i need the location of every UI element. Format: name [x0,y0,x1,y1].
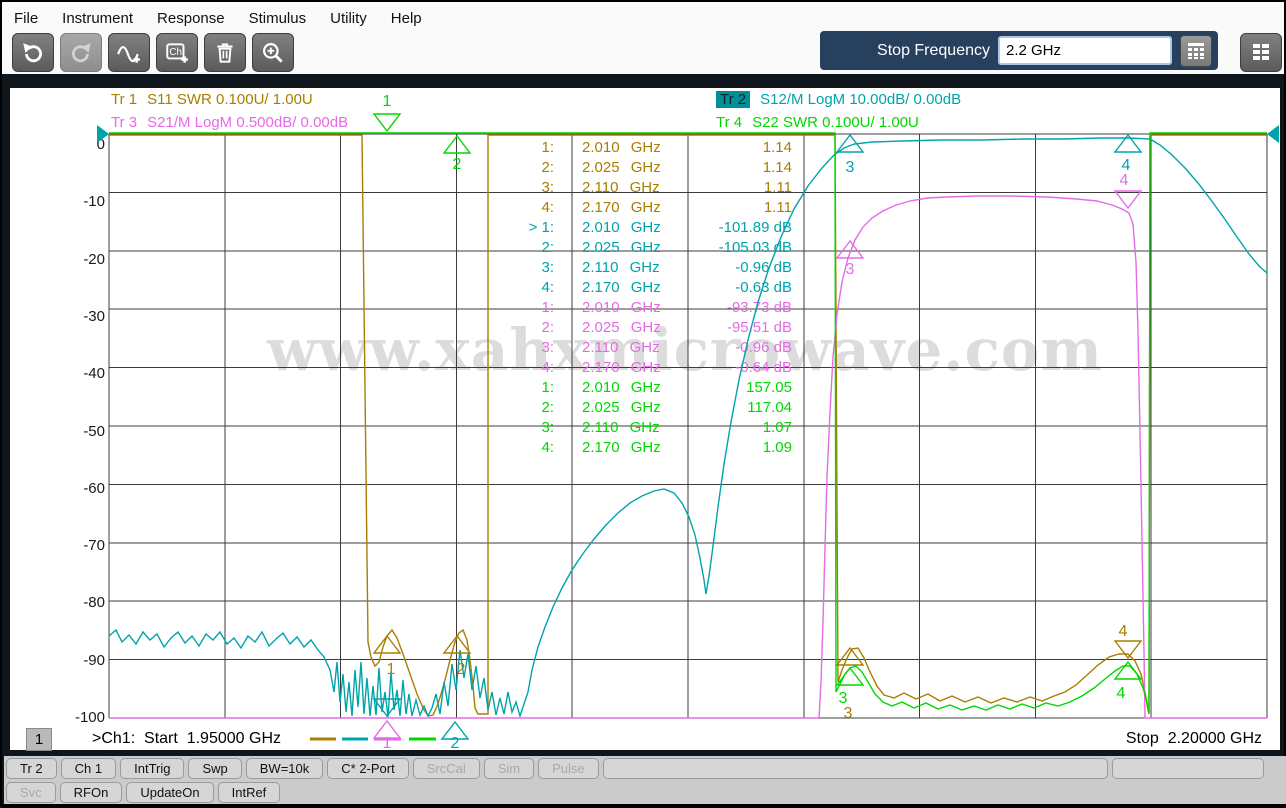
marker-number-label: 2 [453,156,462,173]
status-button-updateon[interactable]: UpdateOn [126,782,214,803]
delete-button[interactable] [204,33,246,72]
marker-number-label: 2 [451,735,460,750]
sweep-start-readout: >Ch1: Start 1.95000 GHz [92,730,281,747]
channel-window: www.xahxmicrowave.com Tr 1 S11 SWR 0.100U… [8,86,1282,752]
add-channel-button[interactable]: Ch [156,33,198,72]
status-bar-row-2: Svc RFOn UpdateOn IntRef [6,782,281,803]
status-button-blank[interactable] [1111,758,1264,779]
toolbar: Ch Stop Frequency [2,31,1284,73]
add-trace-button[interactable] [108,33,150,72]
marker-number-label: 2 [457,661,466,678]
status-button-intref[interactable]: IntRef [217,782,281,803]
window-layout-button[interactable] [1240,33,1282,72]
status-button-blank[interactable] [602,758,1108,779]
status-button-swp[interactable]: Swp [188,758,242,779]
trace-curve-tr1-s11-swr [109,134,1267,717]
status-bar-row-1: Tr 2 Ch 1 IntTrig Swp BW=10k C* 2-Port SrcCal S… [6,758,1264,779]
marker-number-label: 3 [844,705,853,722]
channel-number-badge: 1 [26,728,52,751]
status-button-svc: Svc [6,782,56,803]
marker-number-label: 1 [383,93,392,110]
undo-button[interactable] [12,33,54,72]
reference-level-arrow [97,125,109,143]
marker-triangle[interactable] [835,239,865,259]
trace-curve-tr2-s12-logm [108,137,1268,719]
redo-button[interactable] [60,33,102,72]
stop-frequency-label: Stop Frequency [877,41,990,59]
marker-number-label: 4 [1120,172,1129,189]
marker-triangle[interactable] [442,134,472,154]
menu-item-response[interactable]: Response [157,10,225,27]
stop-frequency-input[interactable] [998,36,1172,65]
menu-item-instrument[interactable]: Instrument [62,10,133,27]
status-button-pulse: Pulse [538,758,599,779]
marker-number-label: 4 [1117,685,1126,702]
status-button-srccal: SrcCal [412,758,480,779]
trace-curve-tr4-s22-swr [109,132,1267,713]
menu-item-help[interactable]: Help [391,10,422,27]
status-button-c-2-port[interactable]: C* 2-Port [327,758,409,779]
add-trace-icon [117,45,140,63]
redo-icon [72,42,91,62]
window-bottom-edge [2,804,1284,808]
sweep-stop-readout: Stop 2.20000 GHz [1125,730,1262,747]
menu-item-utility[interactable]: Utility [330,10,367,27]
trace-plot[interactable]: 123 41 23423 4134 [10,88,1280,750]
menu-item-stimulus[interactable]: Stimulus [249,10,307,27]
trash-icon [217,42,233,63]
status-button-sim: Sim [483,758,535,779]
status-button-tr-2[interactable]: Tr 2 [6,758,57,779]
marker-triangle[interactable] [1113,190,1143,210]
vna-application-window: File Instrument Response Stimulus Utility Hel… [0,0,1286,808]
status-button-bw-10k[interactable]: BW=10k [245,758,324,779]
marker-triangle[interactable] [1113,640,1143,660]
zoom-icon [263,42,283,63]
stop-frequency-panel: Stop Frequency [820,31,1218,70]
svg-text:Ch: Ch [169,47,181,58]
marker-triangle[interactable] [372,634,402,654]
status-bar: Tr 2 Ch 1 IntTrig Swp BW=10k C* 2-Port SrcCal S… [4,756,1286,804]
layout-grid-icon [1253,43,1269,60]
status-button-rfon[interactable]: RFOn [59,782,123,803]
marker-triangle[interactable] [372,113,402,133]
menu-item-file[interactable]: File [14,10,38,27]
marker-number-label: 3 [846,159,855,176]
keypad-icon [1188,42,1204,59]
status-button-ch-1[interactable]: Ch 1 [60,758,117,779]
undo-icon [23,42,42,62]
marker-number-label: 3 [846,261,855,278]
reference-level-arrow [1267,125,1279,143]
trace-curve-tr3-s21-logm [109,195,1267,719]
menu-bar: File Instrument Response Stimulus Utility Hel… [2,2,1284,30]
zoom-button[interactable] [252,33,294,72]
marker-number-label: 4 [1119,623,1128,640]
header: File Instrument Response Stimulus Utility Hel… [2,2,1284,74]
keypad-button[interactable] [1180,34,1212,67]
marker-number-label: 1 [383,735,392,750]
status-button-inttrig[interactable]: IntTrig [120,758,185,779]
marker-number-label: 1 [387,661,396,678]
add-channel-icon: Ch [166,42,188,63]
